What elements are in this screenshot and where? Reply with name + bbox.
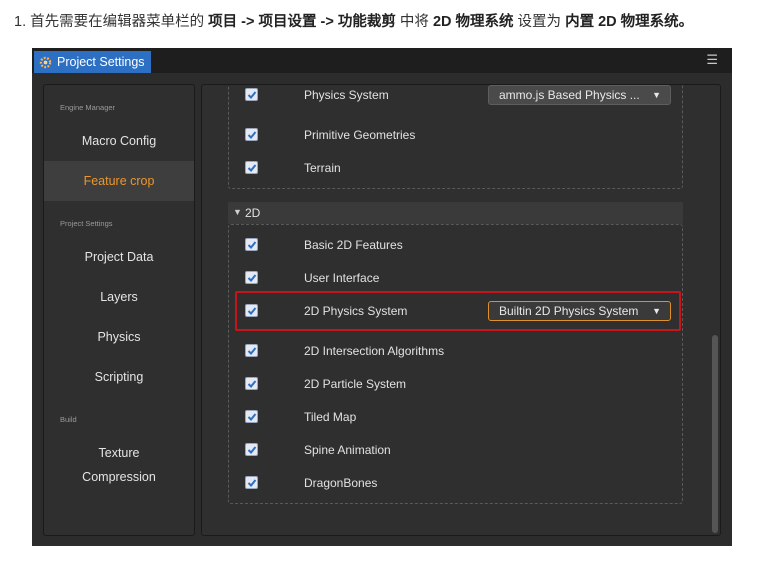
section-2d-label: 2D <box>245 206 261 220</box>
feature-row: User Interface <box>202 268 720 288</box>
caret-down-icon: ▼ <box>233 207 242 217</box>
feature-label: 2D Intersection Algorithms <box>304 344 445 358</box>
sidebar-item-compression[interactable]: Compression <box>44 470 194 484</box>
feature-checkbox[interactable] <box>245 377 258 390</box>
feature-checkbox[interactable] <box>245 443 258 456</box>
section-build: Build <box>60 415 77 424</box>
feature-row: 2D Intersection Algorithms <box>202 341 720 361</box>
window-title: Project Settings <box>57 55 145 69</box>
feature-label: DragonBones <box>304 476 378 490</box>
feature-label: Basic 2D Features <box>304 238 403 252</box>
feature-row: Physics System ammo.js Based Physics ...… <box>202 85 720 105</box>
feature-row: Basic 2D Features <box>202 235 720 255</box>
section-engine-manager: Engine Manager <box>60 103 116 112</box>
sidebar-item-scripting[interactable]: Scripting <box>44 370 194 384</box>
feature-label: Spine Animation <box>304 443 391 457</box>
instruction-value: 内置 2D 物理系统。 <box>565 14 694 30</box>
settings-sidebar: Engine Manager Macro Config Feature crop… <box>43 84 195 536</box>
feature-label: User Interface <box>304 271 380 285</box>
feature-checkbox[interactable] <box>245 410 258 423</box>
annotation-highlight-box <box>235 291 681 331</box>
dropdown-arrow-icon: ▼ <box>652 90 661 100</box>
feature-label: 2D Particle System <box>304 377 407 391</box>
gear-icon <box>39 56 52 68</box>
physics-system-select[interactable]: ammo.js Based Physics ... ▼ <box>488 85 671 105</box>
feature-checkbox[interactable] <box>245 271 258 284</box>
feature-checkbox[interactable] <box>245 88 258 101</box>
instruction-menu-path: 项目 -> 项目设置 -> 功能裁剪 <box>208 14 396 30</box>
window-titlebar: Project Settings ☰ <box>32 48 732 73</box>
physics-system-select-value: ammo.js Based Physics ... <box>499 88 640 102</box>
section-project-settings: Project Settings <box>60 219 113 228</box>
section-2d-group <box>228 224 683 504</box>
window-title-tab[interactable]: Project Settings <box>34 51 151 73</box>
vertical-scrollbar[interactable] <box>712 335 718 533</box>
feature-crop-panel: Physics System ammo.js Based Physics ...… <box>201 84 721 536</box>
sidebar-item-project-data[interactable]: Project Data <box>44 250 194 264</box>
feature-row: Tiled Map <box>202 407 720 427</box>
instruction-target: 2D 物理系统 <box>432 14 514 30</box>
hamburger-menu-icon[interactable]: ☰ <box>706 52 718 68</box>
feature-checkbox[interactable] <box>245 476 258 489</box>
instruction-middle2: 设置为 <box>513 14 566 30</box>
instruction-prefix: 1. 首先需要在编辑器菜单栏的 <box>14 14 209 30</box>
section-2d-header[interactable]: ▼ 2D <box>228 202 683 224</box>
sidebar-item-physics[interactable]: Physics <box>44 330 194 344</box>
sidebar-item-feature-crop[interactable]: Feature crop <box>44 161 194 201</box>
instruction-middle: 中将 <box>395 14 433 30</box>
feature-label: Primitive Geometries <box>304 128 416 142</box>
feature-row: Terrain <box>202 158 720 178</box>
sidebar-item-texture[interactable]: Texture <box>44 446 194 460</box>
feature-label: Tiled Map <box>304 410 357 424</box>
feature-row: Primitive Geometries <box>202 125 720 145</box>
instruction-text: 1. 首先需要在编辑器菜单栏的 项目 -> 项目设置 -> 功能裁剪 中将 2D… <box>14 10 693 31</box>
project-settings-window: Project Settings ☰ Engine Manager Macro … <box>32 48 732 546</box>
sidebar-item-macro-config[interactable]: Macro Config <box>44 134 194 148</box>
feature-label: Terrain <box>304 161 341 175</box>
feature-label: Physics System <box>304 88 389 102</box>
feature-row: Spine Animation <box>202 440 720 460</box>
feature-checkbox[interactable] <box>245 128 258 141</box>
feature-row: DragonBones <box>202 473 720 493</box>
feature-checkbox[interactable] <box>245 344 258 357</box>
feature-row: 2D Particle System <box>202 374 720 394</box>
feature-checkbox[interactable] <box>245 238 258 251</box>
sidebar-item-layers[interactable]: Layers <box>44 290 194 304</box>
feature-checkbox[interactable] <box>245 161 258 174</box>
